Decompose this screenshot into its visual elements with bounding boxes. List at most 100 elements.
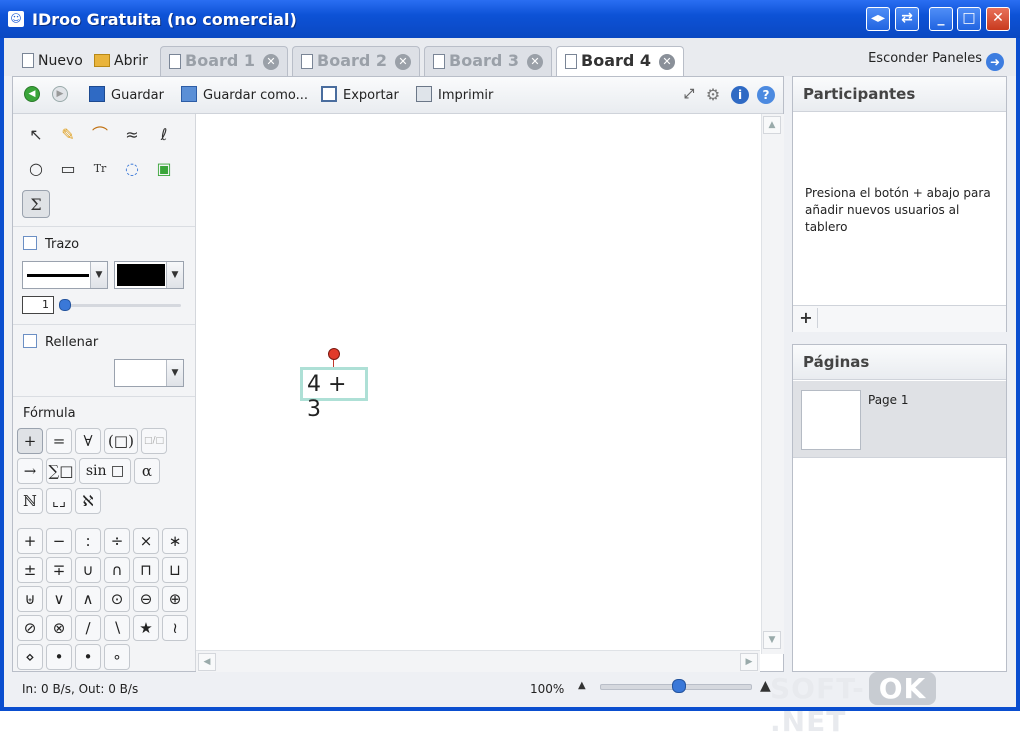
compact-view-button[interactable]: ◂▸ <box>866 7 890 31</box>
smooth-line-tool-icon[interactable]: ≈ <box>121 124 143 146</box>
operator-button[interactable]: ∧ <box>75 586 101 612</box>
vertical-scrollbar[interactable]: ▲ ▼ <box>761 114 784 654</box>
formula-template-button[interactable]: = <box>46 428 72 454</box>
formula-template-button[interactable]: → <box>17 458 43 484</box>
operator-button[interactable]: ∪ <box>75 557 101 583</box>
operator-button[interactable]: ± <box>17 557 43 583</box>
formula-template-button[interactable]: (□) <box>104 428 138 454</box>
operator-button[interactable]: • <box>46 644 72 670</box>
operator-button[interactable]: ≀ <box>162 615 188 641</box>
close-button[interactable]: ✕ <box>986 7 1010 31</box>
tab-close-icon[interactable]: ✕ <box>527 54 543 70</box>
operator-button[interactable]: ⊘ <box>17 615 43 641</box>
formula-template-button[interactable]: ∑□ <box>46 458 76 484</box>
horizontal-scrollbar[interactable]: ◀ ▶ <box>196 650 760 673</box>
scroll-left-icon[interactable]: ◀ <box>198 653 216 671</box>
print-button[interactable]: Imprimir <box>416 86 493 104</box>
ellipse-tool-icon[interactable]: ○ <box>25 158 47 180</box>
save-button[interactable]: Guardar <box>89 86 164 104</box>
operator-button[interactable]: : <box>75 528 101 554</box>
add-participant-button[interactable]: + <box>795 308 818 328</box>
formula-template-button[interactable]: sin □ <box>79 458 131 484</box>
operator-button[interactable]: ⋄ <box>17 644 43 670</box>
operator-button[interactable]: ⊕ <box>162 586 188 612</box>
operator-button[interactable]: + <box>17 528 43 554</box>
scroll-up-icon[interactable]: ▲ <box>763 116 781 134</box>
image-tool-icon[interactable]: ▣ <box>153 158 175 180</box>
stroke-width-slider[interactable] <box>61 304 181 307</box>
tab-close-icon[interactable]: ✕ <box>263 54 279 70</box>
slider-knob[interactable] <box>59 299 71 311</box>
back-icon[interactable]: ◀ <box>24 86 40 102</box>
brush-tool-icon[interactable]: ⌒ <box>89 124 111 146</box>
operator-button[interactable]: ⊎ <box>17 586 43 612</box>
operator-button[interactable]: ∩ <box>104 557 130 583</box>
operator-button[interactable]: ∗ <box>162 528 188 554</box>
zoom-slider-knob[interactable] <box>672 679 686 693</box>
formula-text[interactable]: 4 + 3 <box>307 372 365 422</box>
formula-template-button[interactable]: ℵ <box>75 488 101 514</box>
formula-template-button[interactable]: ∀ <box>75 428 101 454</box>
operator-button[interactable]: ∓ <box>46 557 72 583</box>
stroke-checkbox[interactable] <box>23 236 37 250</box>
operator-button[interactable]: • <box>75 644 101 670</box>
hide-panels-button[interactable]: Esconder Paneles ➜ <box>868 51 1004 71</box>
scroll-right-icon[interactable]: ▶ <box>740 653 758 671</box>
operator-button[interactable]: ∨ <box>46 586 72 612</box>
stroke-width-input[interactable]: 1 <box>22 296 54 314</box>
text-tool-icon[interactable]: Tr <box>89 158 111 180</box>
operator-button[interactable]: × <box>133 528 159 554</box>
pointer-tool-icon[interactable]: ↖ <box>25 124 47 146</box>
minimize-button[interactable]: _ <box>929 7 953 31</box>
formula-template-button[interactable]: ℕ <box>17 488 43 514</box>
help-icon[interactable]: ? <box>757 86 775 104</box>
operator-button[interactable]: ⊔ <box>162 557 188 583</box>
stroke-style-select[interactable]: ▼ <box>22 261 108 289</box>
fit-screen-icon[interactable]: ⤢ <box>680 86 698 104</box>
info-icon[interactable]: i <box>731 86 749 104</box>
operator-button[interactable]: ⊙ <box>104 586 130 612</box>
operator-button[interactable]: ⊗ <box>46 615 72 641</box>
tab-board-4[interactable]: Board 4 ✕ <box>556 46 684 77</box>
export-button[interactable]: Exportar <box>321 86 399 104</box>
open-button[interactable]: Abrir <box>94 50 148 72</box>
formula-template-button[interactable]: α <box>134 458 160 484</box>
operator-button[interactable]: ∕ <box>75 615 101 641</box>
operator-button[interactable]: ÷ <box>104 528 130 554</box>
zoom-out-icon[interactable]: ▲ <box>578 680 586 691</box>
operator-button[interactable]: ∘ <box>104 644 130 670</box>
maximize-button[interactable]: □ <box>957 7 981 31</box>
gear-icon[interactable]: ⚙ <box>704 86 722 104</box>
operator-button[interactable]: ⊓ <box>133 557 159 583</box>
loop-tool-icon[interactable]: ℓ <box>153 124 175 146</box>
switch-window-button[interactable]: ⇄ <box>895 7 919 31</box>
rectangle-tool-icon[interactable]: ▭ <box>57 158 79 180</box>
tab-board-3[interactable]: Board 3 ✕ <box>424 46 552 76</box>
fill-color-select[interactable]: ▼ <box>114 359 184 387</box>
page-thumbnail[interactable] <box>801 390 861 450</box>
stroke-toggle[interactable]: Trazo <box>23 236 79 252</box>
operator-button[interactable]: ∖ <box>104 615 130 641</box>
tab-close-icon[interactable]: ✕ <box>395 54 411 70</box>
operator-button[interactable]: − <box>46 528 72 554</box>
save-as-button[interactable]: Guardar como... <box>181 86 308 104</box>
rotation-handle[interactable] <box>328 348 340 360</box>
whiteboard-canvas[interactable]: 4 + 3 <box>196 114 760 646</box>
operator-button[interactable]: ⊖ <box>133 586 159 612</box>
fill-checkbox[interactable] <box>23 334 37 348</box>
formula-object[interactable]: 4 + 3 <box>300 367 368 422</box>
pencil-tool-icon[interactable]: ✎ <box>57 124 79 146</box>
formula-template-button[interactable]: □/□ <box>141 428 167 454</box>
operator-button[interactable]: ★ <box>133 615 159 641</box>
formula-template-button[interactable]: ⌞⌟ <box>46 488 72 514</box>
tab-board-2[interactable]: Board 2 ✕ <box>292 46 420 76</box>
stroke-color-select[interactable]: ▼ <box>114 261 184 289</box>
fill-toggle[interactable]: Rellenar <box>23 334 98 350</box>
formula-template-button[interactable]: + <box>17 428 43 454</box>
forward-icon[interactable]: ▶ <box>52 86 68 102</box>
scroll-down-icon[interactable]: ▼ <box>763 631 781 649</box>
page-item[interactable]: Page 1 <box>793 381 1006 458</box>
new-board-button[interactable]: Nuevo <box>22 50 83 72</box>
tab-close-icon[interactable]: ✕ <box>659 54 675 70</box>
tab-board-1[interactable]: Board 1 ✕ <box>160 46 288 76</box>
